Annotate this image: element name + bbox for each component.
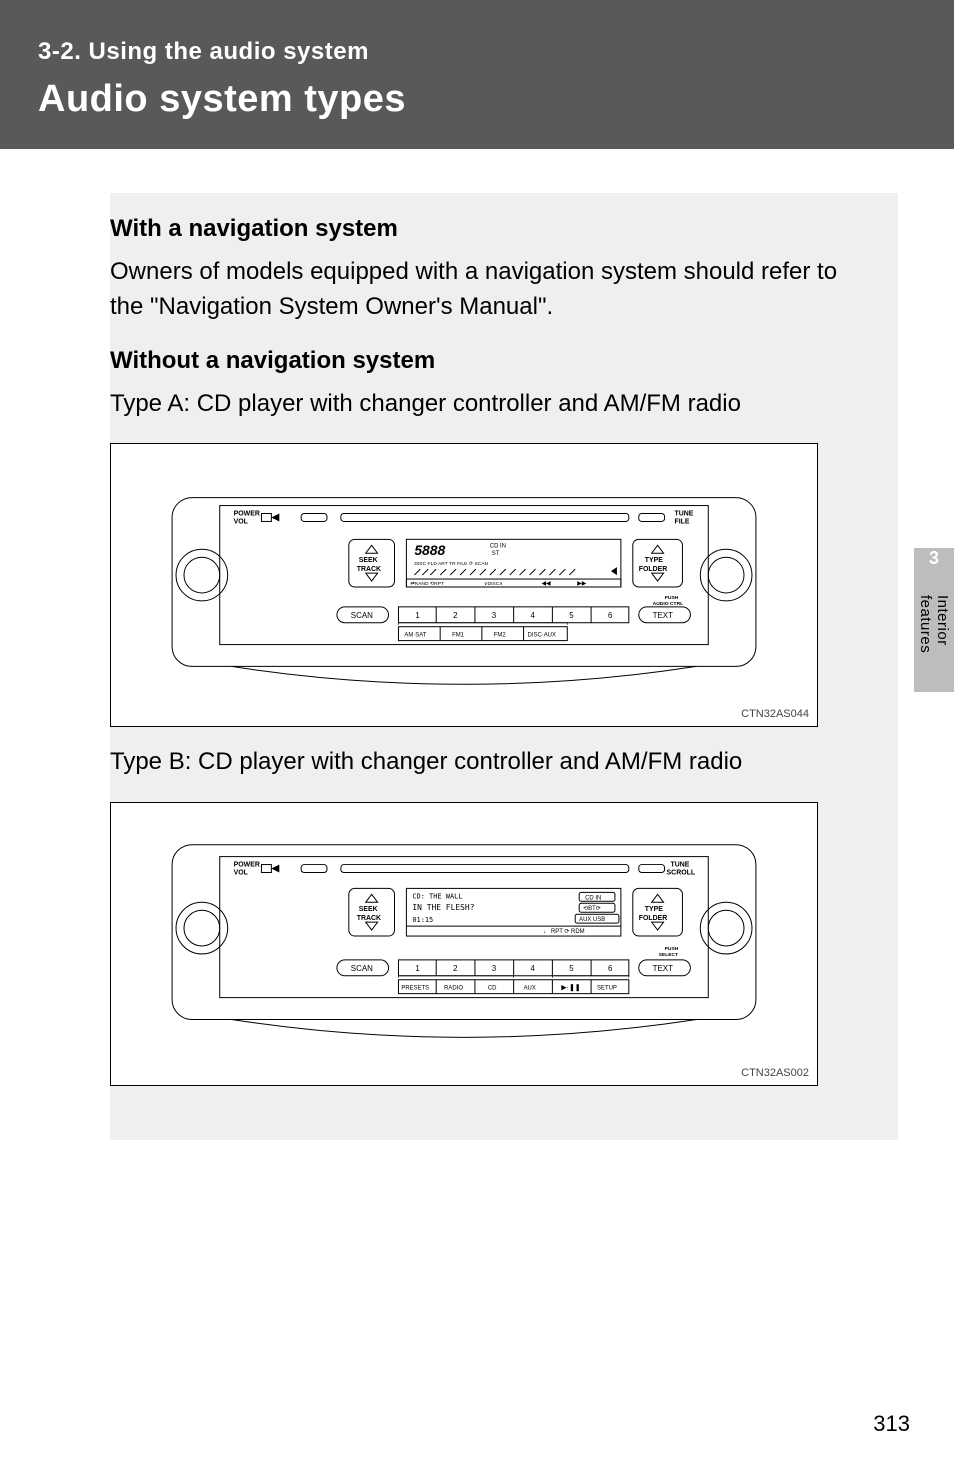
svg-text:1: 1: [415, 964, 420, 973]
svg-text:5: 5: [569, 964, 574, 973]
diagram-type-b: POWER VOL TUNE SCROLL SEEK TRACK TYPE: [110, 802, 818, 1086]
svg-text:CD IN: CD IN: [490, 544, 506, 550]
svg-text:4: 4: [531, 964, 536, 973]
sidebar-chapter-tab: 3 Interior features: [914, 548, 954, 692]
svg-text:2: 2: [453, 611, 458, 620]
svg-text:01:15: 01:15: [412, 916, 433, 924]
svg-text:CD IN: CD IN: [585, 896, 601, 902]
paragraph-with-nav: Owners of models equipped with a navigat…: [110, 255, 868, 325]
paragraph-type-b: Type B: CD player with changer controlle…: [110, 745, 868, 780]
svg-text:1: 1: [415, 611, 420, 620]
svg-text:♩ RPT ⟳ RDM: ♩ RPT ⟳ RDM: [543, 929, 584, 935]
diagram-b-code: CTN32AS002: [741, 1067, 809, 1079]
svg-text:▶▶: ▶▶: [577, 581, 587, 587]
page-banner: 3-2. Using the audio system Audio system…: [0, 0, 954, 149]
diagram-type-a: POWER VOL TUNE FILE SEEK TRACK: [110, 443, 818, 727]
svg-text:3: 3: [492, 964, 497, 973]
svg-text:5888: 5888: [414, 543, 445, 559]
svg-text:SETUP: SETUP: [597, 986, 617, 992]
svg-text:AUX: AUX: [524, 986, 536, 992]
svg-text:4: 4: [531, 611, 536, 620]
svg-text:VOL: VOL: [234, 519, 249, 526]
svg-text:AUX USB: AUX USB: [579, 917, 605, 923]
svg-text:FOLDER: FOLDER: [639, 566, 668, 573]
svg-text:SCAN: SCAN: [351, 611, 373, 620]
diagram-a-code: CTN32AS044: [741, 708, 809, 720]
svg-text:PRESETS: PRESETS: [401, 986, 429, 992]
svg-text:TEXT: TEXT: [653, 611, 673, 620]
svg-text:◀◀: ◀◀: [541, 581, 551, 587]
svg-text:TYPE: TYPE: [645, 558, 663, 565]
svg-text:PUSH: PUSH: [665, 595, 679, 601]
section-number: 3-2. Using the audio system: [38, 38, 916, 66]
svg-text:SEEK: SEEK: [359, 558, 378, 565]
svg-text:DISC FLD ART TR FILE: DISC FLD ART TR FILE ⟳ SCAN: [414, 562, 488, 568]
svg-text:AM·SAT: AM·SAT: [404, 633, 426, 639]
svg-text:FILE: FILE: [675, 519, 690, 526]
svg-text:AUDIO CTRL: AUDIO CTRL: [653, 601, 684, 607]
svg-text:∨DISC∧: ∨DISC∧: [484, 581, 503, 587]
svg-text:6: 6: [608, 964, 613, 973]
svg-text:IN THE FLESH?: IN THE FLESH?: [412, 903, 474, 912]
svg-text:FOLDER: FOLDER: [639, 915, 668, 922]
svg-text:ST: ST: [492, 552, 500, 558]
svg-text:SCROLL: SCROLL: [667, 870, 696, 877]
page-number: 313: [873, 1411, 910, 1437]
svg-text:⟲BT⟳: ⟲BT⟳: [583, 906, 601, 912]
svg-text:FM2: FM2: [494, 633, 506, 639]
svg-text:TYPE: TYPE: [645, 906, 663, 913]
svg-text:CD: THE WALL: CD: THE WALL: [412, 893, 462, 901]
svg-text:CD: CD: [488, 986, 497, 992]
svg-text:TRACK: TRACK: [357, 915, 381, 922]
svg-text:PUSH: PUSH: [665, 946, 679, 952]
svg-text:SEEK: SEEK: [359, 906, 378, 913]
svg-text:FM1: FM1: [452, 633, 465, 639]
svg-text:TUNE: TUNE: [671, 862, 690, 869]
svg-text:RADIO: RADIO: [444, 986, 463, 992]
chapter-number: 3: [929, 548, 939, 569]
svg-text:SCAN: SCAN: [351, 964, 373, 973]
svg-text:TEXT: TEXT: [653, 964, 673, 973]
svg-text:TRACK: TRACK: [357, 566, 381, 573]
svg-text:⇄RAND ⟲RPT: ⇄RAND ⟲RPT: [410, 581, 444, 587]
paragraph-type-a: Type A: CD player with changer controlle…: [110, 387, 868, 422]
content-block: With a navigation system Owners of model…: [110, 193, 898, 1140]
svg-text:5: 5: [569, 611, 574, 620]
svg-text:6: 6: [608, 611, 613, 620]
svg-text:POWER: POWER: [234, 862, 260, 869]
svg-text:▶·❚❚: ▶·❚❚: [561, 984, 580, 992]
svg-text:POWER: POWER: [234, 511, 260, 518]
svg-text:3: 3: [492, 611, 497, 620]
page-title: Audio system types: [38, 78, 916, 121]
chapter-label: Interior features: [917, 595, 951, 692]
svg-text:TUNE: TUNE: [675, 511, 694, 518]
heading-with-nav: With a navigation system: [110, 215, 868, 243]
svg-text:VOL: VOL: [234, 870, 249, 877]
svg-text:DISC·AUX: DISC·AUX: [528, 633, 556, 639]
heading-without-nav: Without a navigation system: [110, 347, 868, 375]
svg-text:2: 2: [453, 964, 458, 973]
svg-text:SELECT: SELECT: [659, 952, 679, 958]
